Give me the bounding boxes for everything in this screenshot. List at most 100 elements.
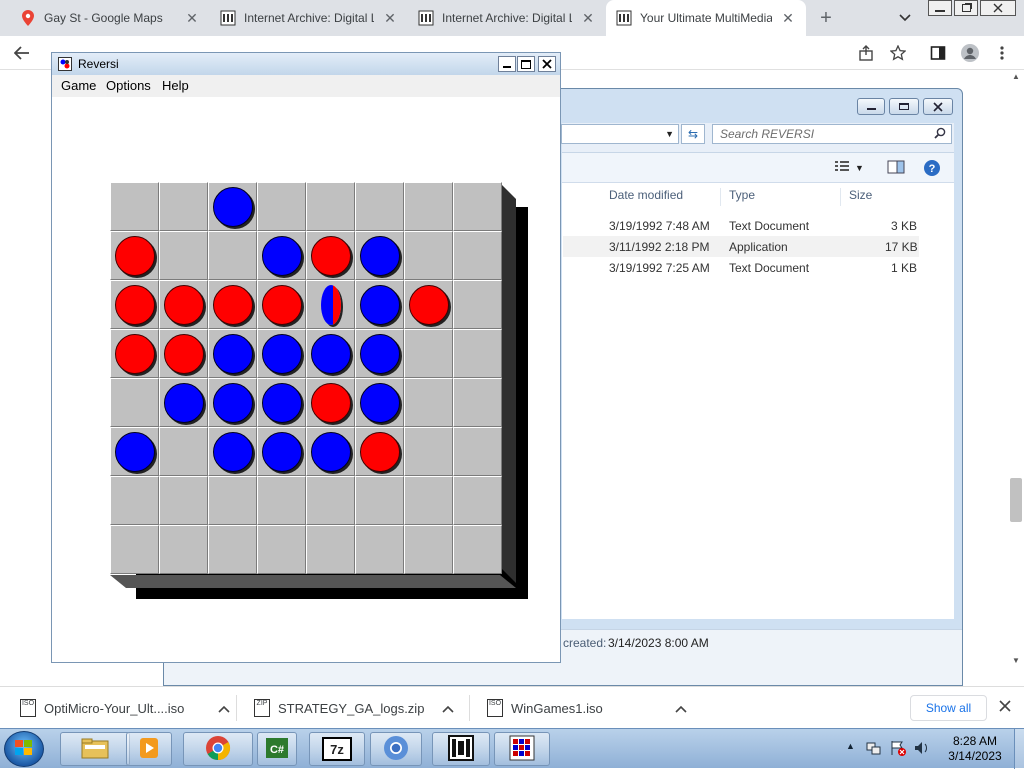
taskbar-7zip[interactable]: 7z — [309, 732, 365, 766]
board-cell[interactable] — [257, 280, 306, 329]
board-cell[interactable] — [208, 182, 257, 231]
board-cell[interactable] — [257, 378, 306, 427]
new-tab-button[interactable]: + — [814, 6, 838, 30]
board-cell[interactable] — [208, 378, 257, 427]
board-cell[interactable] — [355, 525, 404, 574]
board-cell[interactable] — [110, 476, 159, 525]
board-cell[interactable] — [404, 378, 453, 427]
board-cell[interactable] — [110, 378, 159, 427]
close-icon[interactable]: ✕ — [780, 10, 796, 27]
file-row[interactable]: 3/19/1992 7:25 AM Text Document 1 KB — [563, 257, 919, 278]
file-row[interactable]: 3/11/1992 2:18 PM Application 17 KB — [563, 236, 919, 257]
board-cell[interactable] — [404, 476, 453, 525]
board-cell[interactable] — [208, 525, 257, 574]
board-cell[interactable] — [355, 280, 404, 329]
system-clock[interactable]: 8:28 AM 3/14/2023 — [940, 734, 1010, 764]
board-cell[interactable] — [453, 329, 502, 378]
board-cell[interactable] — [453, 182, 502, 231]
close-icon[interactable]: ✕ — [184, 10, 200, 27]
board-cell[interactable] — [208, 280, 257, 329]
chevron-up-icon[interactable] — [675, 701, 687, 716]
board-cell[interactable] — [453, 378, 502, 427]
kebab-menu-icon[interactable] — [990, 41, 1014, 65]
chevron-up-icon[interactable] — [218, 701, 230, 716]
scroll-up-icon[interactable]: ▲ — [1012, 72, 1020, 81]
reversi-maximize-icon[interactable] — [517, 56, 535, 72]
board-cell[interactable] — [404, 280, 453, 329]
show-all-button[interactable]: Show all — [910, 695, 987, 721]
download-item[interactable]: ISO WinGames1.iso — [487, 687, 687, 729]
board-cell[interactable] — [355, 427, 404, 476]
close-window-icon[interactable] — [980, 0, 1016, 16]
board-cell[interactable] — [355, 378, 404, 427]
view-options[interactable]: ▼ — [835, 160, 864, 175]
board-cell[interactable] — [257, 427, 306, 476]
board-cell[interactable] — [404, 427, 453, 476]
taskbar-reversi[interactable] — [494, 732, 550, 766]
board-cell[interactable] — [306, 476, 355, 525]
download-item[interactable]: ISO OptiMicro-Your_Ult....iso — [20, 687, 230, 729]
board-cell[interactable] — [404, 525, 453, 574]
board-cell[interactable] — [306, 280, 355, 329]
board-cell[interactable] — [159, 280, 208, 329]
board-cell[interactable] — [110, 329, 159, 378]
taskbar-media-player[interactable] — [126, 732, 172, 766]
board-cell[interactable] — [208, 427, 257, 476]
board-cell[interactable] — [355, 476, 404, 525]
action-center-icon[interactable] — [890, 740, 906, 759]
start-button[interactable] — [4, 731, 44, 767]
reversi-title-bar[interactable]: Reversi — [52, 53, 560, 75]
taskbar-csharp[interactable]: C# — [257, 732, 297, 766]
board-cell[interactable] — [110, 525, 159, 574]
board-cell[interactable] — [453, 476, 502, 525]
refresh-button[interactable]: ⇆ — [681, 124, 705, 144]
scroll-down-icon[interactable]: ▼ — [1012, 656, 1020, 665]
tab-internet-archive-2[interactable]: Internet Archive: Digital L ✕ — [408, 0, 606, 36]
tab-ultimate-multimedia[interactable]: Your Ultimate MultiMedia ✕ — [606, 0, 806, 36]
board-cell[interactable] — [159, 476, 208, 525]
volume-icon[interactable] — [914, 740, 930, 759]
close-downloads-icon[interactable] — [999, 700, 1011, 715]
restore-icon[interactable] — [954, 0, 978, 16]
file-row[interactable]: 3/19/1992 7:48 AM Text Document 3 KB — [563, 215, 919, 236]
board-cell[interactable] — [159, 378, 208, 427]
tab-google-maps[interactable]: Gay St - Google Maps ✕ — [10, 0, 210, 36]
board-cell[interactable] — [110, 280, 159, 329]
board-cell[interactable] — [355, 182, 404, 231]
board-cell[interactable] — [257, 231, 306, 280]
board-cell[interactable] — [110, 427, 159, 476]
board-cell[interactable] — [355, 329, 404, 378]
board-cell[interactable] — [257, 182, 306, 231]
board-cell[interactable] — [355, 231, 404, 280]
reversi-close-icon[interactable] — [538, 56, 556, 72]
board-cell[interactable] — [404, 329, 453, 378]
close-icon[interactable]: ✕ — [580, 10, 596, 27]
tray-expand-icon[interactable]: ▲ — [846, 741, 855, 751]
board-cell[interactable] — [404, 231, 453, 280]
board-cell[interactable] — [306, 378, 355, 427]
reversi-minimize-icon[interactable] — [498, 56, 516, 72]
network-icon[interactable] — [866, 740, 882, 759]
board-cell[interactable] — [110, 231, 159, 280]
board-cell[interactable] — [453, 231, 502, 280]
tab-search-icon[interactable] — [893, 6, 917, 30]
explorer-minimize-icon[interactable] — [857, 98, 885, 115]
board-cell[interactable] — [306, 329, 355, 378]
taskbar-chrome-canary[interactable] — [370, 732, 422, 766]
show-desktop-button[interactable] — [1014, 729, 1024, 769]
menu-help[interactable]: Help — [162, 78, 189, 93]
explorer-maximize-icon[interactable] — [889, 98, 919, 115]
share-icon[interactable] — [854, 41, 878, 65]
board-cell[interactable] — [159, 182, 208, 231]
search-input[interactable]: Search REVERSI — [712, 124, 952, 144]
menu-game[interactable]: Game — [61, 78, 96, 93]
close-icon[interactable]: ✕ — [382, 10, 398, 27]
preview-pane-icon[interactable] — [887, 160, 905, 177]
board-cell[interactable] — [453, 427, 502, 476]
board-cell[interactable] — [404, 182, 453, 231]
board-cell[interactable] — [306, 231, 355, 280]
taskbar-video[interactable] — [432, 732, 490, 766]
profile-avatar-icon[interactable] — [958, 41, 982, 65]
board-cell[interactable] — [208, 231, 257, 280]
board-cell[interactable] — [257, 525, 306, 574]
